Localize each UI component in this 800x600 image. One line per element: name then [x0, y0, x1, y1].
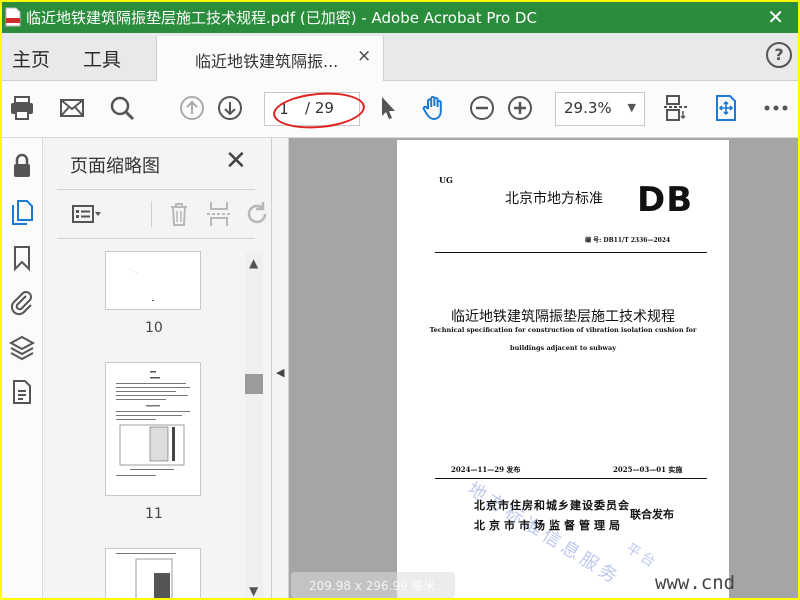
- divider: [57, 189, 255, 190]
- search-icon[interactable]: [108, 94, 136, 122]
- document-tab-close-button[interactable]: ×: [357, 46, 371, 66]
- app-window: 临近地铁建筑隔振垫层施工技术规程.pdf (已加密) - Adobe Acrob…: [2, 2, 798, 598]
- page-thumbnail[interactable]: ·······: [106, 252, 200, 309]
- rotate-icon[interactable]: [241, 198, 273, 230]
- publisher-2: 北京市市场监督管理局: [474, 519, 624, 532]
- toolbar: / 29 29.3% ▼: [2, 81, 798, 138]
- panel-collapse-handle[interactable]: ◀: [272, 138, 289, 598]
- document-title-en: Technical specification for construction…: [429, 326, 697, 334]
- page-thumbnail[interactable]: [106, 549, 200, 598]
- page-thumbnails-icon[interactable]: [8, 198, 36, 226]
- document-tab-label: 临近地铁建筑隔振...: [195, 52, 339, 71]
- attachment-icon[interactable]: [8, 288, 36, 316]
- tab-tools[interactable]: 工具: [83, 45, 121, 72]
- page-total: / 29: [305, 99, 334, 117]
- page-size-info: 209.98 x 296.99 毫米: [291, 572, 455, 598]
- layers-icon[interactable]: [8, 334, 36, 362]
- document-title-en-2: buildings adjacent to subway: [510, 344, 616, 352]
- email-icon[interactable]: [58, 94, 86, 122]
- collapse-arrow-icon: ◀: [276, 366, 285, 379]
- scroll-up-icon[interactable]: ▲: [249, 256, 258, 270]
- classification-code: UG: [439, 175, 453, 185]
- standard-name: 北京市地方标准: [505, 191, 603, 207]
- hand-tool-icon[interactable]: [420, 94, 448, 122]
- scrollbar-thumb[interactable]: [245, 374, 263, 394]
- scroll-down-icon[interactable]: ▼: [249, 584, 258, 598]
- panel-toolbar: [69, 198, 269, 230]
- rule-line: [435, 478, 707, 479]
- zoom-out-icon[interactable]: [468, 94, 496, 122]
- thumbnail-scrollbar[interactable]: ▲ ▼: [245, 252, 263, 598]
- select-arrow-icon[interactable]: [374, 94, 402, 122]
- delete-icon[interactable]: [163, 198, 195, 230]
- pdf-file-icon: [5, 7, 21, 27]
- document-title-cn: 临近地铁建筑隔振垫层施工技术规程: [451, 309, 675, 325]
- thumbnail-panel: 页面缩略图 ✕ ······· 10 11: [43, 138, 272, 598]
- db-mark: DB: [637, 180, 694, 220]
- tab-bar: 主页 工具 临近地铁建筑隔振... × ?: [2, 33, 798, 81]
- bookmark-icon[interactable]: [8, 244, 36, 272]
- tab-home[interactable]: 主页: [12, 45, 50, 72]
- insert-page-icon[interactable]: [203, 198, 235, 230]
- navigation-rail: [2, 138, 43, 598]
- watermark-text-2: 平台: [622, 540, 661, 573]
- site-watermark: www.cnd: [655, 572, 736, 594]
- page-thumbnail[interactable]: [106, 363, 200, 495]
- chevron-down-icon: ▼: [627, 101, 636, 114]
- publisher-1: 北京市住房和城乡建设委员会: [474, 499, 630, 512]
- svg-text:·······: ·······: [127, 267, 140, 278]
- fit-page-icon[interactable]: [712, 94, 740, 122]
- thumbnail-label: 11: [145, 506, 163, 522]
- more-icon[interactable]: [762, 94, 790, 122]
- print-icon[interactable]: [8, 94, 36, 122]
- page-number-box: / 29: [264, 92, 360, 126]
- page-number-input[interactable]: [269, 97, 299, 121]
- divider: [151, 201, 152, 227]
- help-button[interactable]: ?: [766, 42, 792, 68]
- standard-number: 编 号: DB11/T 2336—2024: [585, 237, 671, 244]
- zoom-in-icon[interactable]: [506, 94, 534, 122]
- document-page: UG 北京市地方标准 DB 编 号: DB11/T 2336—2024 临近地铁…: [397, 140, 729, 598]
- panel-close-button[interactable]: ✕: [225, 146, 247, 176]
- zoom-select[interactable]: 29.3% ▼: [555, 92, 645, 126]
- lock-icon[interactable]: [8, 152, 36, 180]
- tab-document[interactable]: 临近地铁建筑隔振... ×: [156, 36, 384, 81]
- zoom-value: 29.3%: [564, 99, 612, 117]
- page-size-text: 209.98 x 296.99 毫米: [309, 579, 436, 593]
- window-title: 临近地铁建筑隔振垫层施工技术规程.pdf (已加密) - Adobe Acrob…: [26, 9, 537, 27]
- options-icon[interactable]: [69, 198, 101, 230]
- document-view[interactable]: UG 北京市地方标准 DB 编 号: DB11/T 2336—2024 临近地铁…: [289, 138, 798, 598]
- thumbnail-label: 10: [145, 320, 163, 336]
- page-down-icon[interactable]: [216, 94, 244, 122]
- page-up-icon[interactable]: [178, 94, 206, 122]
- implementation-date: 2025—03—01 实施: [613, 465, 683, 474]
- content-icon[interactable]: [8, 378, 36, 406]
- divider: [57, 238, 255, 239]
- title-bar: 临近地铁建筑隔振垫层施工技术规程.pdf (已加密) - Adobe Acrob…: [2, 2, 798, 33]
- scroll-mode-icon[interactable]: [662, 94, 690, 122]
- rule-line: [435, 252, 707, 253]
- joint-release: 联合发布: [630, 508, 674, 521]
- window-close-button[interactable]: ✕: [767, 5, 784, 29]
- issue-date: 2024—11—29 发布: [451, 465, 521, 474]
- panel-title: 页面缩略图: [70, 156, 160, 177]
